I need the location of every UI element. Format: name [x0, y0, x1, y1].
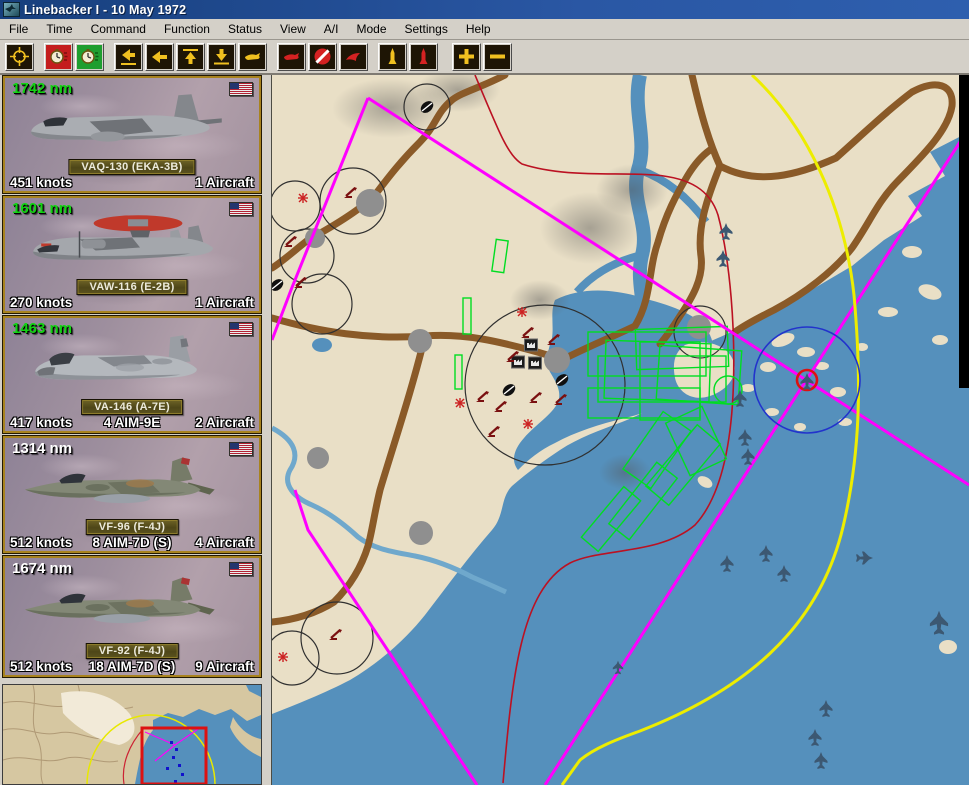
no-engage-button[interactable]: [308, 43, 337, 71]
squadron-name-plate: VA-146 (A-7E): [81, 399, 183, 415]
arrow-down-bar-icon: [212, 47, 231, 66]
aircraft-image-f4j: [19, 568, 251, 646]
linebacker-window: { "window": { "title": "Linebacker I - 1…: [0, 0, 969, 785]
missile-red-icon: [414, 47, 433, 66]
squadron-panel-vf92[interactable]: 1674 nm VF-92 (F-4J) 512 knots 18 AIM-7D…: [2, 555, 262, 678]
us-flag-icon: [229, 322, 253, 336]
count-label: 1 Aircraft: [195, 295, 254, 310]
range-label: 1314 nm: [12, 440, 72, 457]
us-flag-icon: [229, 562, 253, 576]
map-edge-void: [959, 75, 969, 388]
speed-label: 512 knots: [10, 659, 72, 674]
window-title: Linebacker I - 10 May 1972: [24, 3, 186, 17]
zoom-in-button[interactable]: [452, 43, 481, 71]
range-label: 1674 nm: [12, 560, 72, 577]
aircraft-bank-red-icon: [344, 47, 363, 66]
move-up-edge-button[interactable]: [176, 43, 205, 71]
center-target-button[interactable]: [5, 43, 34, 71]
squadron-panel-va146[interactable]: 1463 nm VA-146 (A-7E) 417 knots 4 AIM-9E…: [2, 315, 262, 434]
menu-mode[interactable]: Mode: [347, 20, 395, 38]
minus-icon: [488, 47, 507, 66]
squadron-name-plate: VF-96 (F-4J): [86, 519, 179, 535]
menu-settings[interactable]: Settings: [396, 20, 457, 38]
menu-status[interactable]: Status: [219, 20, 271, 38]
engage-aircraft-button[interactable]: [277, 43, 306, 71]
missile-yellow-icon: [383, 47, 402, 66]
menu-view[interactable]: View: [271, 20, 315, 38]
plus-icon: [457, 47, 476, 66]
move-left-button[interactable]: [145, 43, 174, 71]
squadron-name-plate: VF-92 (F-4J): [86, 643, 179, 659]
crosshair-icon: [10, 47, 29, 66]
squadron-panel-vaq130[interactable]: 1742 nm VAQ-130 (EKA-3B) 451 knots 1 Air…: [2, 75, 262, 194]
us-flag-icon: [229, 442, 253, 456]
count-label: 1 Aircraft: [195, 175, 254, 190]
toolbar: [0, 40, 969, 75]
clock-run-icon: [80, 47, 99, 66]
minimap-sea: [135, 709, 261, 784]
range-label: 1742 nm: [12, 80, 72, 97]
title-bar[interactable]: Linebacker I - 10 May 1972: [0, 0, 969, 19]
zoom-out-button[interactable]: [483, 43, 512, 71]
arrow-left-icon: [150, 47, 169, 66]
missile-select-button[interactable]: [378, 43, 407, 71]
missile-fire-button[interactable]: [409, 43, 438, 71]
menu-help[interactable]: Help: [457, 20, 500, 38]
menu-function[interactable]: Function: [155, 20, 219, 38]
aircraft-image-eka3b: [19, 88, 251, 166]
move-left-edge-button[interactable]: [114, 43, 143, 71]
squadron-name-plate: VAQ-130 (EKA-3B): [68, 159, 195, 175]
clock-stop-icon: [49, 47, 68, 66]
speed-label: 417 knots: [10, 415, 72, 430]
count-label: 9 Aircraft: [195, 659, 254, 674]
count-label: 4 Aircraft: [195, 535, 254, 550]
aircraft-yellow-icon: [243, 47, 262, 66]
menu-bar: File Time Command Function Status View A…: [0, 19, 969, 40]
aircraft-image-e2b: [19, 208, 251, 286]
speed-label: 451 knots: [10, 175, 72, 190]
squadron-name-plate: VAW-116 (E-2B): [76, 279, 187, 295]
squadron-panel-vf96[interactable]: 1314 nm VF-96 (F-4J) 512 knots 8 AIM-7D …: [2, 435, 262, 554]
us-flag-icon: [229, 202, 253, 216]
menu-file[interactable]: File: [0, 20, 37, 38]
arrow-left-bar-icon: [119, 47, 138, 66]
aircraft-red-icon: [282, 47, 301, 66]
time-run-button[interactable]: [75, 43, 104, 71]
us-flag-icon: [229, 82, 253, 96]
move-down-edge-button[interactable]: [207, 43, 236, 71]
time-stop-button[interactable]: [44, 43, 73, 71]
speed-label: 512 knots: [10, 535, 72, 550]
speed-label: 270 knots: [10, 295, 72, 310]
no-engage-icon: [313, 47, 332, 66]
range-label: 1601 nm: [12, 200, 72, 217]
count-label: 2 Aircraft: [195, 415, 254, 430]
arrow-up-bar-icon: [181, 47, 200, 66]
select-aircraft-button[interactable]: [238, 43, 267, 71]
menu-ai[interactable]: A/I: [315, 20, 348, 38]
range-label: 1463 nm: [12, 320, 72, 337]
main-map[interactable]: [271, 75, 969, 785]
break-off-button[interactable]: [339, 43, 368, 71]
aircraft-image-f4j: [19, 448, 251, 526]
squadron-panel-vaw116[interactable]: 1601 nm VAW-116 (E-2B) 270 knots 1 Aircr…: [2, 195, 262, 314]
overview-minimap[interactable]: [2, 684, 262, 785]
menu-command[interactable]: Command: [82, 20, 155, 38]
app-icon: [3, 2, 20, 17]
menu-time[interactable]: Time: [37, 20, 81, 38]
aircraft-image-a7e: [19, 328, 251, 406]
